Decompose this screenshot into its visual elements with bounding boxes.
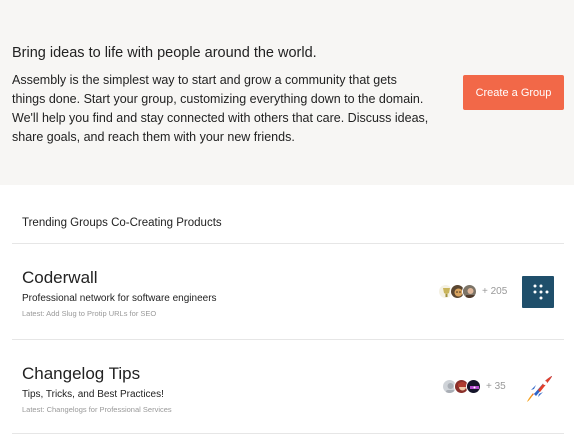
group-latest-update[interactable]: Latest: Add Slug to Protip URLs for SEO <box>22 309 156 318</box>
group-description: Tips, Tricks, and Best Practices! <box>22 389 164 400</box>
divider <box>12 433 564 434</box>
group-latest-update[interactable]: Latest: Changelogs for Professional Serv… <box>22 405 172 414</box>
member-count: + 205 <box>482 286 508 297</box>
rocket-logo-icon[interactable] <box>524 372 556 404</box>
member-avatar[interactable] <box>462 284 477 299</box>
group-name[interactable]: Changelog Tips <box>22 364 140 384</box>
trending-section-title: Trending Groups Co-Creating Products <box>22 217 222 229</box>
group-card-coderwall[interactable]: Coderwall Professional network for softw… <box>0 268 574 328</box>
group-description: Professional network for software engine… <box>22 293 217 304</box>
member-avatar[interactable] <box>466 379 481 394</box>
group-card-changelog-tips[interactable]: Changelog Tips Tips, Tricks, and Best Pr… <box>0 364 574 424</box>
member-avatars[interactable]: + 35 <box>442 379 506 394</box>
hero-description: Assembly is the simplest way to start an… <box>12 73 429 144</box>
hero-banner: Bring ideas to life with people around t… <box>0 0 574 185</box>
create-group-button[interactable]: Create a Group <box>463 75 564 110</box>
member-avatars[interactable]: + 205 <box>438 284 507 299</box>
hero-headline: Bring ideas to life with people around t… <box>12 45 317 61</box>
coderwall-grid-logo-icon[interactable] <box>522 276 554 308</box>
divider <box>12 339 564 340</box>
group-name[interactable]: Coderwall <box>22 268 98 288</box>
member-count: + 35 <box>486 381 506 392</box>
divider <box>12 243 564 244</box>
